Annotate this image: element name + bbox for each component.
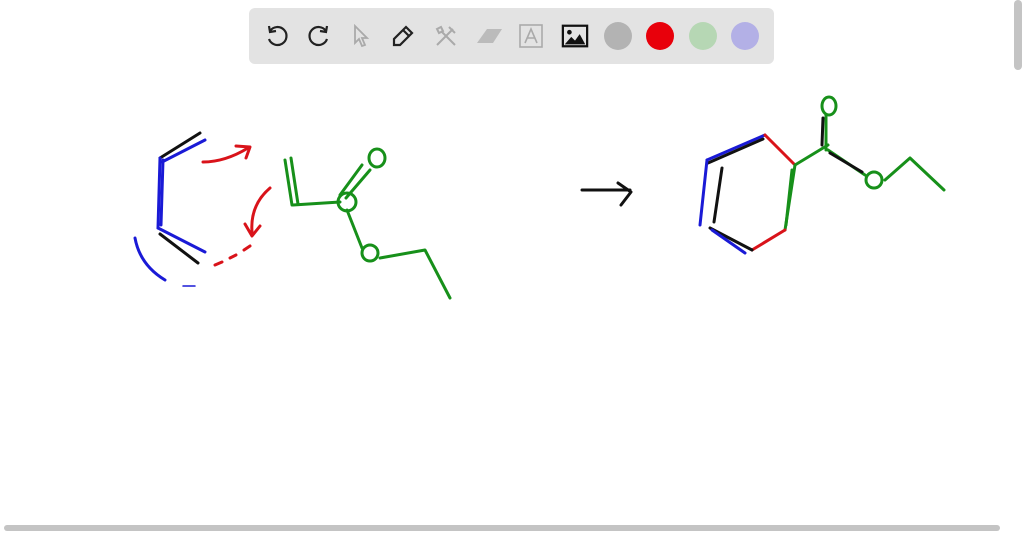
dienophile-sketch [283, 147, 452, 300]
redo-icon[interactable] [305, 22, 333, 50]
color-swatch-gray[interactable] [604, 22, 632, 50]
horizontal-scrollbar[interactable] [4, 525, 1000, 531]
text-icon[interactable] [517, 22, 545, 50]
color-swatch-purple[interactable] [731, 22, 759, 50]
color-swatch-red[interactable] [646, 22, 674, 50]
pen-icon[interactable] [389, 22, 417, 50]
image-icon[interactable] [561, 22, 589, 50]
eraser-icon[interactable] [475, 22, 503, 50]
undo-icon[interactable] [263, 22, 291, 50]
vertical-scrollbar[interactable] [1014, 0, 1022, 70]
tools-icon[interactable] [432, 22, 460, 50]
toolbar [249, 8, 774, 64]
diene-sketch [133, 131, 207, 287]
select-icon[interactable] [347, 22, 375, 50]
red-arrows [201, 144, 272, 267]
product-sketch [698, 95, 946, 255]
color-swatch-green[interactable] [689, 22, 717, 50]
drawing-canvas[interactable] [0, 0, 1024, 534]
reaction-arrow [580, 181, 633, 207]
